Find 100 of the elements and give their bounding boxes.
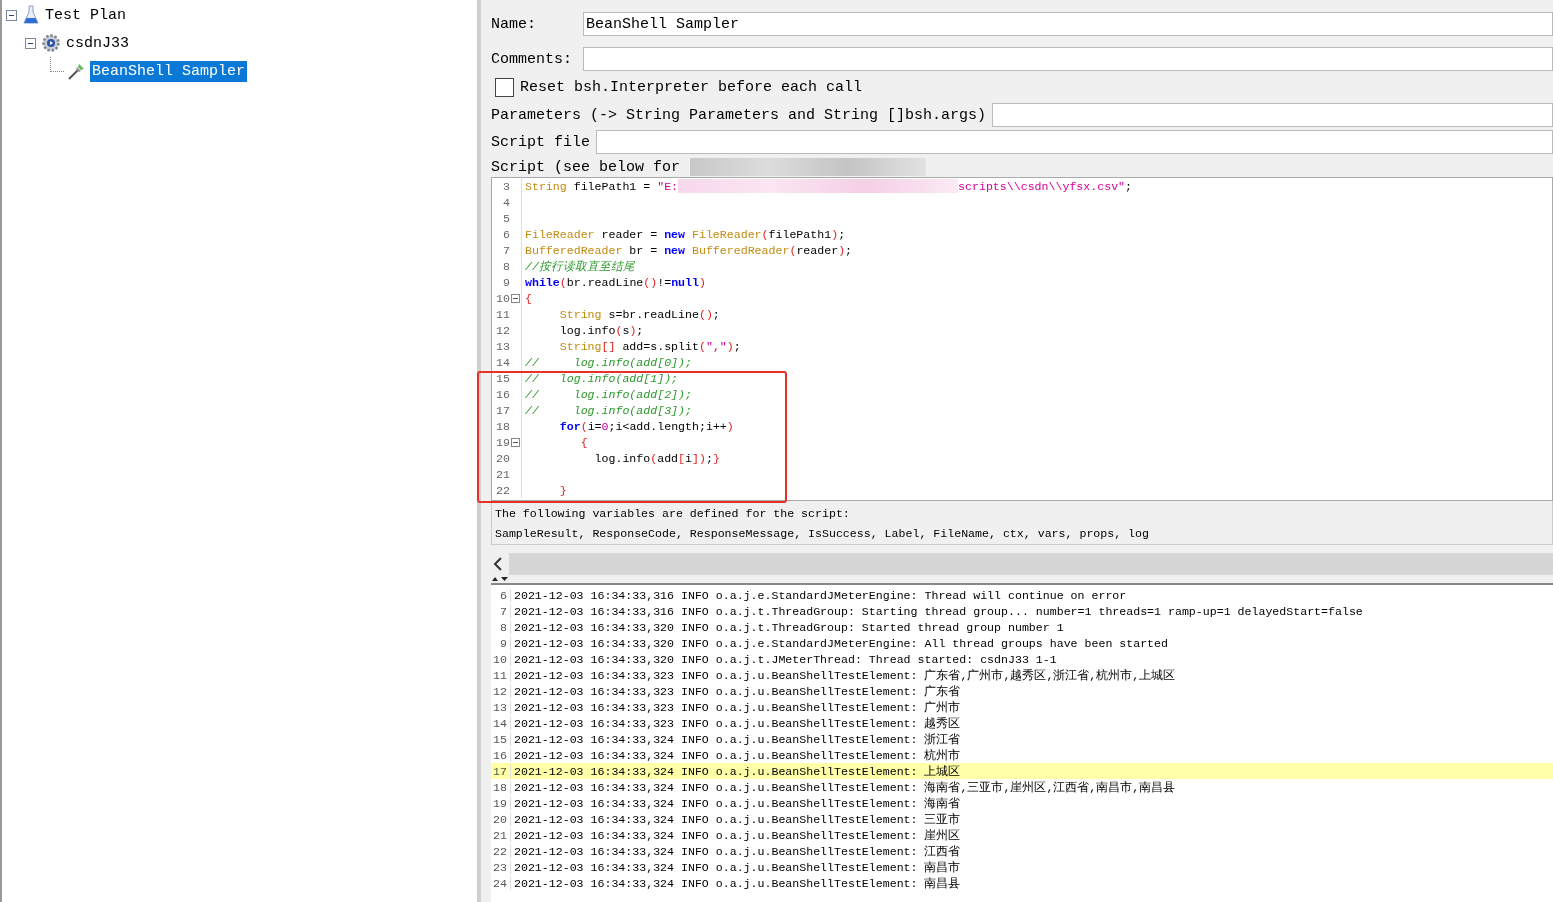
collapse-icon[interactable] xyxy=(25,37,38,49)
parameters-field[interactable] xyxy=(992,103,1553,127)
line-number: 10 xyxy=(491,652,511,666)
line-number: 19 xyxy=(495,435,511,449)
line-number: 6 xyxy=(491,588,511,602)
log-row[interactable]: 7 2021-12-03 16:34:33,316 INFO o.a.j.t.ThreadGroup: Starting thread group... number=1 threads=1 ramp-up=1 delayedStart=false xyxy=(491,603,1553,619)
log-text: 2021-12-03 16:34:33,320 INFO o.a.j.t.ThreadGroup: Started thread group number 1 xyxy=(513,620,1064,634)
line-number: 3 xyxy=(502,179,511,193)
line-number: 13 xyxy=(491,700,511,714)
collapse-icon[interactable] xyxy=(6,9,19,21)
log-text: 2021-12-03 16:34:33,316 INFO o.a.j.e.StandardJMeterEngine: Thread will continue on error xyxy=(513,588,1127,602)
code-token: ; xyxy=(845,243,853,257)
log-row[interactable]: 13 2021-12-03 16:34:33,323 INFO o.a.j.u.BeanShellTestElement: 广州市 xyxy=(491,699,1553,715)
log-text: 2021-12-03 16:34:33,316 INFO o.a.j.t.ThreadGroup: Starting thread group... number=1 threads=1 ramp-up=1 delayedStart=false xyxy=(513,604,1363,618)
code-token: "E: xyxy=(657,179,679,193)
code-token: } xyxy=(558,483,567,497)
fold-icon[interactable] xyxy=(511,437,520,447)
log-text: 2021-12-03 16:34:33,324 INFO o.a.j.u.BeanShellTestElement: 崖州区 xyxy=(513,827,961,843)
code-token: { xyxy=(525,291,532,305)
log-row[interactable]: 23 2021-12-03 16:34:33,324 INFO o.a.j.u.BeanShellTestElement: 南昌市 xyxy=(491,859,1553,875)
code-token: BufferedReader xyxy=(525,243,623,257)
code-token: log.info xyxy=(558,323,616,337)
log-row[interactable]: 21 2021-12-03 16:34:33,324 INFO o.a.j.u.BeanShellTestElement: 崖州区 xyxy=(491,827,1553,843)
script-file-label: Script file xyxy=(491,133,591,151)
line-number: 6 xyxy=(502,227,511,241)
note-text: SampleResult, ResponseCode, ResponseMessage, IsSuccess, Label, FileName, ctx, vars, props, log xyxy=(495,526,1150,542)
line-number: 20 xyxy=(491,812,511,826)
code-token: reader = xyxy=(600,227,659,241)
code-token: while xyxy=(525,275,560,289)
horizontal-scrollbar[interactable] xyxy=(491,553,1553,575)
code-token: ( xyxy=(615,323,623,337)
line-number: 18 xyxy=(495,419,511,433)
log-row[interactable]: 15 2021-12-03 16:34:33,324 INFO o.a.j.u.BeanShellTestElement: 浙江省 xyxy=(491,731,1553,747)
code-token: br = xyxy=(628,243,659,257)
name-label: Name: xyxy=(491,15,537,33)
line-number: 9 xyxy=(502,275,511,289)
code-token: } xyxy=(712,451,720,465)
log-row[interactable]: 16 2021-12-03 16:34:33,324 INFO o.a.j.u.BeanShellTestElement: 杭州市 xyxy=(491,747,1553,763)
script-file-field[interactable] xyxy=(596,130,1553,154)
line-number: 15 xyxy=(491,732,511,746)
code-token: // log.info(add[1]); xyxy=(525,371,679,385)
line-number: 4 xyxy=(502,195,511,209)
code-token: ) xyxy=(838,243,846,257)
fold-icon[interactable] xyxy=(511,293,520,303)
line-number: 21 xyxy=(495,467,511,481)
log-row[interactable]: 18 2021-12-03 16:34:33,324 INFO o.a.j.u.BeanShellTestElement: 海南省,三亚市,崖州区,江西省,南昌市,南昌县 xyxy=(491,779,1553,795)
parameters-label: Parameters (-> String Parameters and String []bsh.args) xyxy=(491,106,987,124)
splitter-arrows-icon[interactable] xyxy=(491,576,509,582)
log-text: 2021-12-03 16:34:33,324 INFO o.a.j.u.BeanShellTestElement: 三亚市 xyxy=(513,811,961,827)
code-token: [] xyxy=(601,339,616,353)
scroll-left-icon[interactable] xyxy=(491,556,505,572)
code-token: 0 xyxy=(601,419,609,433)
code-token: // log.info(add[3]); xyxy=(525,403,692,417)
code-token: ; xyxy=(838,227,846,241)
log-row[interactable]: 10 2021-12-03 16:34:33,320 INFO o.a.j.t.JMeterThread: Thread started: csdnJ33 1-1 xyxy=(491,651,1553,667)
log-text: 2021-12-03 16:34:33,320 INFO o.a.j.t.JMeterThread: Thread started: csdnJ33 1-1 xyxy=(513,652,1057,666)
log-row[interactable]: 17 2021-12-03 16:34:33,324 INFO o.a.j.u.BeanShellTestElement: 上城区 xyxy=(491,763,1553,779)
code-token: log.info xyxy=(593,451,651,465)
code-token: != xyxy=(657,275,672,289)
code-token: i xyxy=(685,451,692,465)
code-token: FileReader xyxy=(525,227,595,241)
script-label: Script (see below for xyxy=(491,158,681,176)
log-text: 2021-12-03 16:34:33,323 INFO o.a.j.u.BeanShellTestElement: 广州市 xyxy=(513,699,961,715)
log-row[interactable]: 24 2021-12-03 16:34:33,324 INFO o.a.j.u.BeanShellTestElement: 南昌县 xyxy=(491,875,1553,891)
log-row[interactable]: 8 2021-12-03 16:34:33,320 INFO o.a.j.t.ThreadGroup: Started thread group number 1 xyxy=(491,619,1553,635)
comments-label: Comments: xyxy=(491,50,573,68)
code-token: () xyxy=(643,275,658,289)
code-token: ( xyxy=(559,275,567,289)
log-text: 2021-12-03 16:34:33,324 INFO o.a.j.u.BeanShellTestElement: 海南省,三亚市,崖州区,江西省,南昌市,南昌县 xyxy=(513,779,1176,795)
log-row[interactable]: 11 2021-12-03 16:34:33,323 INFO o.a.j.u.BeanShellTestElement: 广东省,广州市,越秀区,浙江省,杭州市,上城区 xyxy=(491,667,1553,683)
tree-item[interactable]: BeanShell Sampler xyxy=(90,60,248,82)
comments-field[interactable] xyxy=(583,47,1553,71)
line-number: 15 xyxy=(495,371,511,385)
code-token: ) xyxy=(726,419,734,433)
log-row[interactable]: 6 2021-12-03 16:34:33,316 INFO o.a.j.e.StandardJMeterEngine: Thread will continue on error xyxy=(491,587,1553,603)
name-field[interactable]: BeanShell Sampler xyxy=(583,12,1553,36)
line-number: 22 xyxy=(495,483,511,497)
log-row[interactable]: 19 2021-12-03 16:34:33,324 INFO o.a.j.u.BeanShellTestElement: 海南省 xyxy=(491,795,1553,811)
line-number: 20 xyxy=(495,451,511,465)
log-row[interactable]: 14 2021-12-03 16:34:33,323 INFO o.a.j.u.BeanShellTestElement: 越秀区 xyxy=(491,715,1553,731)
log-text: 2021-12-03 16:34:33,324 INFO o.a.j.u.BeanShellTestElement: 浙江省 xyxy=(513,731,961,747)
line-number: 23 xyxy=(491,860,511,874)
code-token: String xyxy=(558,339,602,353)
line-number: 17 xyxy=(495,403,511,417)
log-row[interactable]: 22 2021-12-03 16:34:33,324 INFO o.a.j.u.BeanShellTestElement: 江西省 xyxy=(491,843,1553,859)
log-row[interactable]: 9 2021-12-03 16:34:33,320 INFO o.a.j.e.StandardJMeterEngine: All thread groups have been started xyxy=(491,635,1553,651)
log-row[interactable]: 20 2021-12-03 16:34:33,324 INFO o.a.j.u.BeanShellTestElement: 三亚市 xyxy=(491,811,1553,827)
code-token: ) xyxy=(831,227,839,241)
log-text: 2021-12-03 16:34:33,323 INFO o.a.j.u.BeanShellTestElement: 广东省 xyxy=(513,683,961,699)
code-token: new xyxy=(664,243,686,257)
code-token: s xyxy=(622,323,630,337)
code-token: filePath1 xyxy=(768,227,832,241)
checkbox[interactable] xyxy=(495,77,514,97)
log-row[interactable]: 12 2021-12-03 16:34:33,323 INFO o.a.j.u.BeanShellTestElement: 广东省 xyxy=(491,683,1553,699)
line-number: 17 xyxy=(491,764,511,778)
line-number: 11 xyxy=(495,307,511,321)
tree-item[interactable]: csdnJ33 xyxy=(64,32,131,54)
log-text: 2021-12-03 16:34:33,324 INFO o.a.j.u.BeanShellTestElement: 海南省 xyxy=(513,795,961,811)
tree-item[interactable]: Test Plan xyxy=(43,4,128,26)
line-number: 12 xyxy=(495,323,511,337)
